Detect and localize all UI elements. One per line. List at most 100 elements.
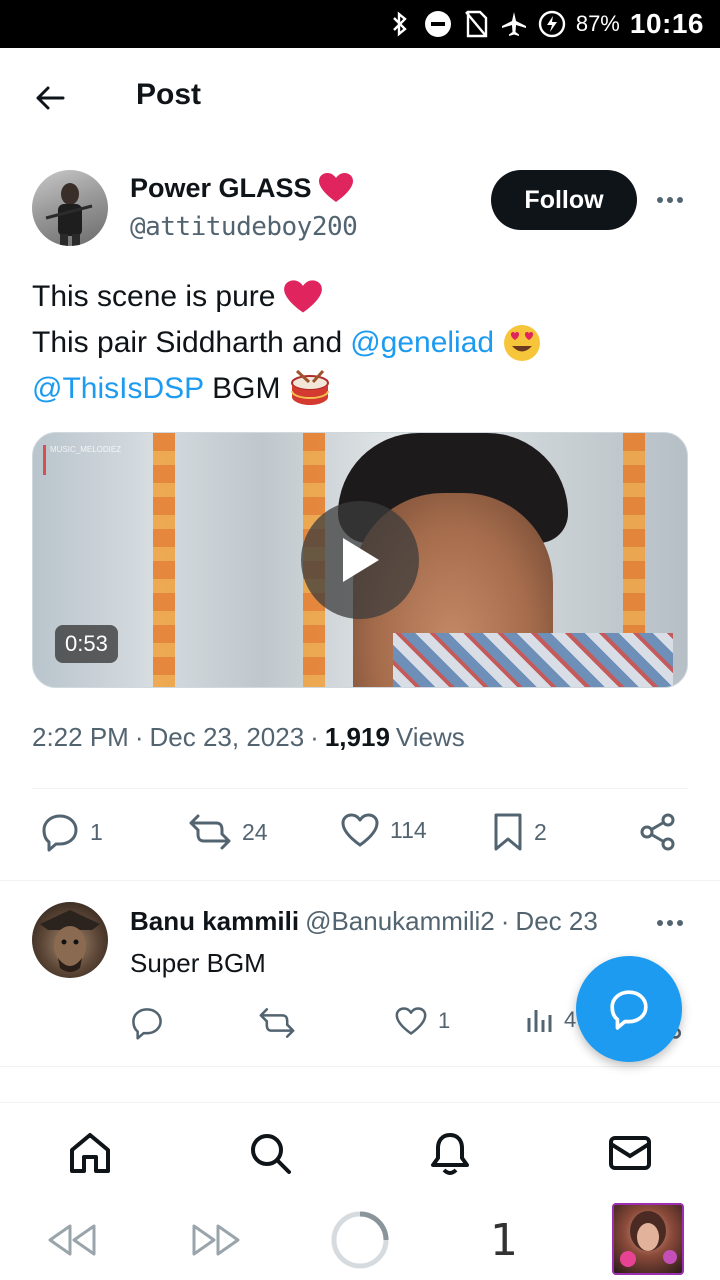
more-dots-icon: [657, 197, 663, 203]
divider: [0, 880, 720, 881]
nav-search[interactable]: [246, 1129, 294, 1177]
rewind-button[interactable]: [44, 1212, 100, 1268]
spinner-icon: [331, 1211, 389, 1269]
divider: [0, 1066, 720, 1067]
media-thumbnail[interactable]: [612, 1203, 684, 1275]
reply-views-count: 4: [564, 1007, 577, 1032]
meta-separator: ·: [500, 906, 510, 936]
do-not-disturb-icon: [424, 10, 452, 38]
thumbnail-image: [620, 1211, 677, 1267]
video-duration: 0:53: [55, 625, 118, 663]
heart-outline-icon: [341, 813, 379, 847]
reply-count: 1: [90, 818, 103, 845]
loading-spinner: [330, 1211, 390, 1269]
video-media[interactable]: MUSIC_MELODIEZ 0:53: [32, 432, 688, 688]
post-text-fragment: BGM: [212, 372, 281, 405]
views-count[interactable]: 1,919: [325, 722, 390, 753]
heart-outline-icon: [395, 1007, 427, 1035]
like-button[interactable]: 114: [340, 812, 427, 848]
reply-repost-button[interactable]: [258, 1006, 296, 1040]
video-watermark: MUSIC_MELODIEZ: [43, 445, 121, 475]
author-name[interactable]: Power GLASS: [130, 172, 354, 204]
mention-link[interactable]: @geneliad: [350, 320, 494, 366]
reply-header: Banu kammili @Banukammili2 · Dec 23: [130, 906, 650, 937]
clock: 10:16: [629, 8, 704, 39]
more-dot: [677, 920, 683, 926]
reply-date: Dec 23: [515, 906, 598, 936]
post-date: Dec 23, 2023: [149, 722, 305, 752]
post-text-line-1: This scene is pure: [32, 274, 692, 320]
video-background-decor: [153, 433, 175, 687]
post-time: 2:22 PM: [32, 722, 129, 752]
reply-text: Super BGM: [130, 948, 266, 978]
post-meta: 2:22 PM · Dec 23, 2023 · 1,919 Views: [32, 722, 465, 753]
reply-author-name[interactable]: Banu kammili: [130, 906, 299, 937]
video-frame-subject: [393, 633, 673, 687]
compose-reply-button[interactable]: [576, 956, 682, 1062]
repost-button[interactable]: 24: [188, 812, 268, 852]
no-sim-icon: [462, 10, 490, 38]
media-controls: 1: [0, 1200, 720, 1280]
repost-icon: [189, 814, 231, 850]
more-options-button[interactable]: [652, 185, 688, 215]
share-button[interactable]: [638, 812, 678, 852]
reply-like-button[interactable]: 1: [394, 1006, 450, 1036]
more-dot: [667, 197, 673, 203]
bottom-navigation: [0, 1102, 720, 1200]
tab-count[interactable]: 1: [482, 1212, 526, 1268]
envelope-icon: [609, 1136, 651, 1170]
author-handle[interactable]: @attitudeboy200: [130, 212, 358, 242]
nav-notifications[interactable]: [426, 1129, 474, 1177]
share-icon: [640, 813, 675, 851]
more-dot: [677, 197, 683, 203]
post-text: This scene is pure This pair Siddharth a…: [32, 274, 692, 412]
reply-views-button[interactable]: 4: [526, 1006, 576, 1034]
top-app-bar: Post: [0, 48, 720, 146]
battery-level: 87%: [575, 11, 620, 36]
reply-icon: [132, 1008, 162, 1040]
arrow-left-icon: [36, 86, 65, 110]
bell-icon: [431, 1133, 469, 1175]
home-icon: [70, 1133, 110, 1173]
reply-like-count: 1: [438, 1008, 451, 1033]
repost-count: 24: [242, 818, 268, 845]
reply-more-options-button[interactable]: [652, 910, 688, 936]
post-text-fragment: This scene is pure: [32, 280, 276, 313]
post-text-fragment: This pair Siddharth and: [32, 326, 343, 359]
post-action-bar: 1 24 114 2: [40, 812, 680, 856]
more-dot: [667, 920, 673, 926]
fast-forward-button[interactable]: [188, 1212, 244, 1268]
bookmark-count: 2: [534, 818, 547, 845]
reply-button[interactable]: 1: [40, 812, 103, 852]
reply-reply-button[interactable]: [130, 1006, 164, 1040]
airplane-mode-icon: [500, 10, 528, 38]
heart-eyes-emoji-icon: [504, 325, 541, 361]
back-button[interactable]: [30, 78, 70, 118]
status-bar: 87% 10:16: [0, 0, 720, 48]
reply-bubble-icon: [610, 990, 648, 1030]
drum-emoji-icon: [290, 369, 329, 405]
nav-messages[interactable]: [606, 1129, 654, 1177]
play-button[interactable]: [301, 501, 419, 619]
reply-author-handle[interactable]: @Banukammili2: [305, 906, 495, 937]
follow-button[interactable]: Follow: [491, 170, 637, 230]
nav-home[interactable]: [66, 1129, 114, 1177]
battery-saver-icon: [538, 10, 566, 38]
mention-link[interactable]: @ThisIsDSP: [32, 366, 204, 412]
play-icon: [343, 538, 379, 582]
post-text-line-3: @ThisIsDSP BGM: [32, 366, 692, 412]
repost-icon: [259, 1008, 295, 1038]
red-heart-icon: [318, 173, 353, 202]
author-avatar[interactable]: [32, 170, 108, 246]
views-label: Views: [395, 722, 465, 752]
bookmark-button[interactable]: 2: [492, 812, 547, 852]
bluetooth-icon: [386, 10, 414, 38]
divider: [32, 788, 688, 789]
page-title: Post: [136, 78, 202, 111]
post-text-line-2: This pair Siddharth and @geneliad: [32, 320, 692, 366]
meta-separator: ·: [134, 722, 144, 752]
bookmark-icon: [494, 813, 522, 851]
meta-separator: ·: [310, 722, 319, 752]
reply-icon: [42, 814, 78, 852]
reply-author-avatar[interactable]: [32, 902, 108, 978]
